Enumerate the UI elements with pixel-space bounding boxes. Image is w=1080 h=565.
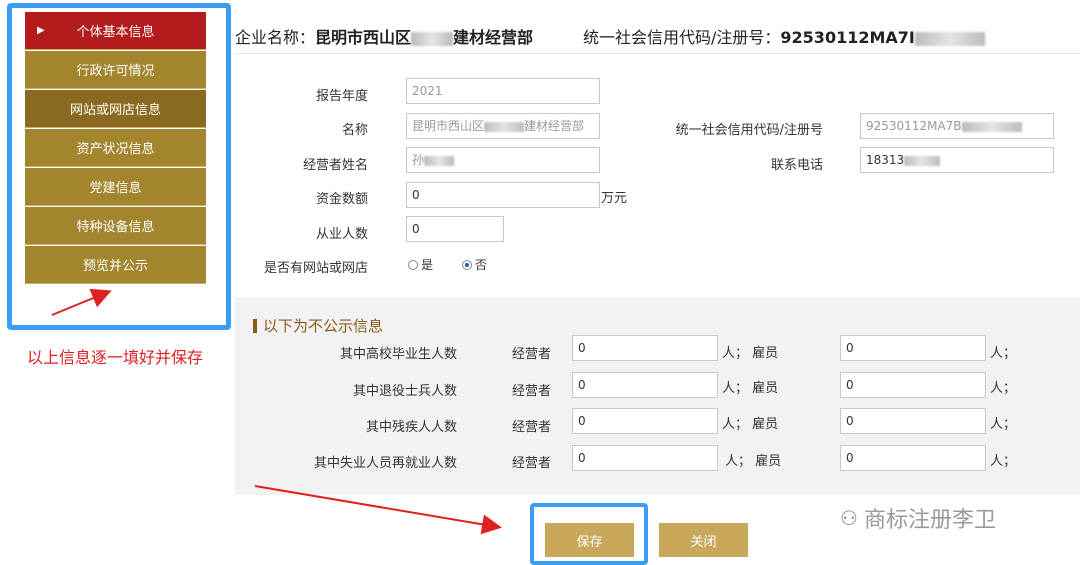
annotation-arrows — [51, 288, 502, 535]
arrow-to-sidebar — [51, 288, 112, 316]
arrow-to-save — [254, 485, 502, 535]
page: ▶ 个体基本信息 行政许可情况 网站或网店信息 资产状况信息 党建信息 特种设备… — [0, 0, 1080, 565]
